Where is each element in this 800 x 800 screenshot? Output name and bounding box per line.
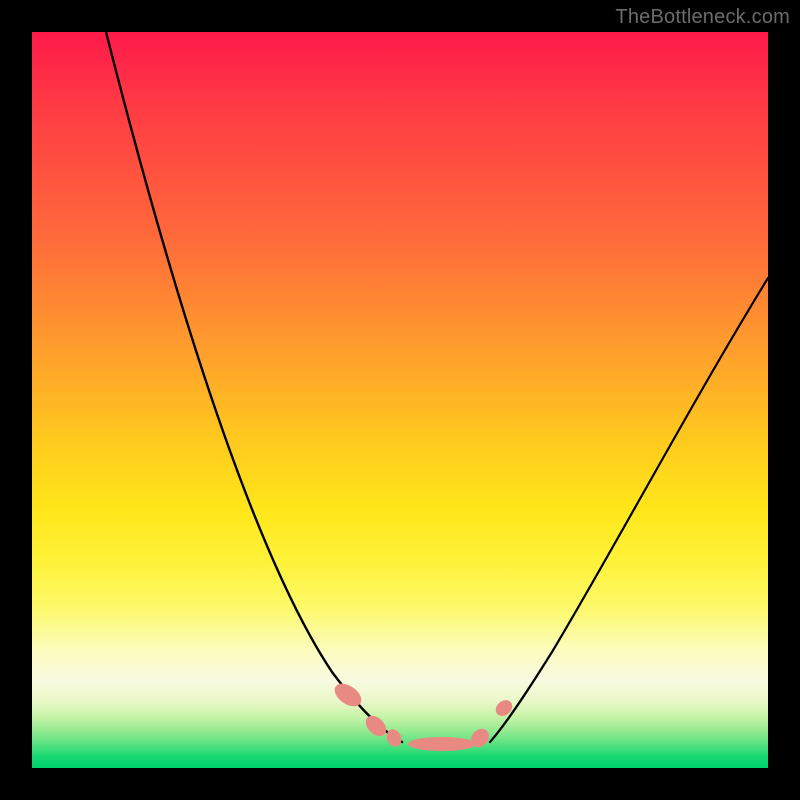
chart-svg — [32, 32, 768, 768]
right-curve — [490, 278, 768, 742]
plot-area — [32, 32, 768, 768]
valley-marker — [408, 737, 476, 751]
outer-frame: TheBottleneck.com — [0, 0, 800, 800]
left-curve — [106, 32, 402, 742]
watermark-text: TheBottleneck.com — [615, 6, 790, 29]
valley-marker — [362, 712, 390, 740]
valley-markers — [331, 679, 516, 751]
valley-marker — [493, 697, 516, 719]
valley-marker — [384, 727, 404, 749]
